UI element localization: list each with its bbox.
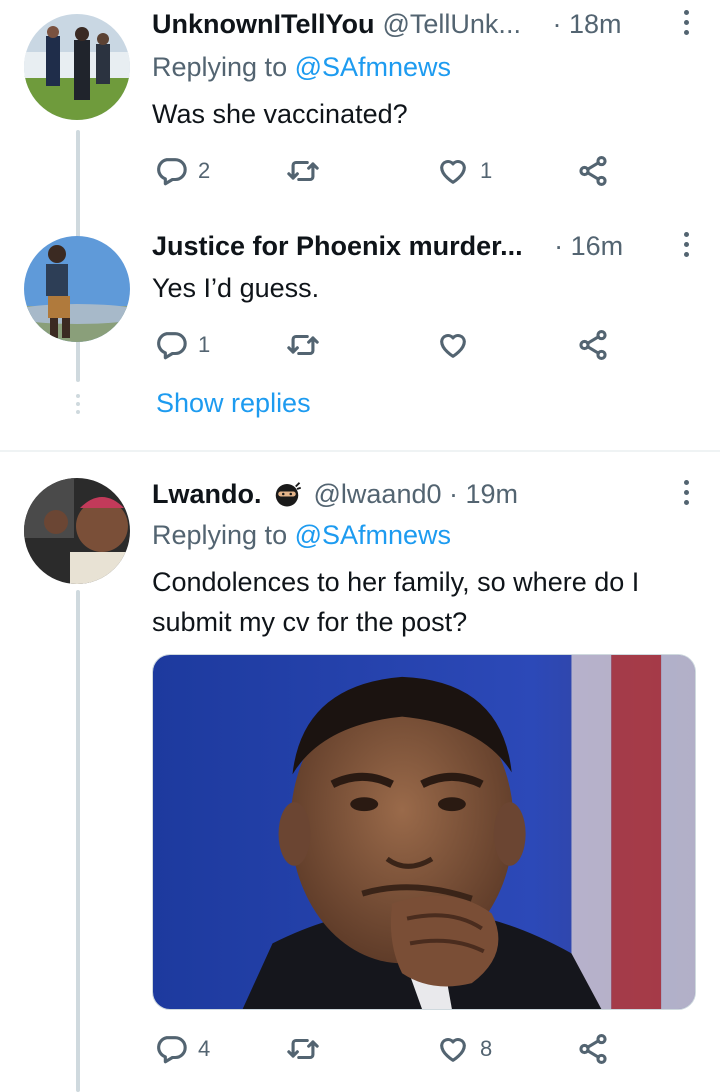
more-vertical-icon[interactable] xyxy=(676,228,696,264)
retweet-button[interactable] xyxy=(286,1032,320,1066)
like-button[interactable]: 1 xyxy=(436,154,492,188)
separator: · xyxy=(441,478,466,509)
reply-count: 2 xyxy=(198,158,211,183)
tweet-header: Justice for Phoenix murder... · 16m xyxy=(152,226,696,266)
tweet-header: UnknownITellYou @TellUnk... · 18m xyxy=(152,4,696,44)
retweet-icon xyxy=(287,1038,319,1060)
timestamp[interactable]: 16m xyxy=(571,231,624,262)
replying-to: Replying to @SAfmnews xyxy=(152,520,451,551)
heart-icon xyxy=(440,333,466,358)
separator: · xyxy=(546,230,571,261)
tweet-text: Condolences to her family, so where do I… xyxy=(152,567,640,637)
like-count: 8 xyxy=(480,1036,493,1061)
tweet-media-image[interactable] xyxy=(152,654,696,1010)
share-button[interactable] xyxy=(576,1032,610,1066)
reply-icon xyxy=(157,158,187,186)
thread-ellipsis xyxy=(76,394,80,418)
more-vertical-icon[interactable] xyxy=(676,6,696,42)
separator: · xyxy=(544,8,569,39)
reply-icon xyxy=(157,332,187,360)
display-name[interactable]: Lwando. xyxy=(152,479,262,510)
like-count: 1 xyxy=(480,158,493,183)
user-handle[interactable]: @lwaand0 xyxy=(314,479,442,510)
tweet-actions: 2 1 xyxy=(152,154,632,194)
like-button[interactable] xyxy=(436,328,470,362)
mention-link[interactable]: @SAfmnews xyxy=(295,520,451,550)
replying-to: Replying to @SAfmnews xyxy=(152,52,451,83)
share-icon xyxy=(579,155,607,187)
reply-button[interactable]: 1 xyxy=(154,328,210,362)
tweet-actions: 1 xyxy=(152,328,632,368)
avatar[interactable] xyxy=(24,236,130,342)
mention-link[interactable]: @SAfmnews xyxy=(295,52,451,82)
share-button[interactable] xyxy=(576,154,610,188)
like-button[interactable]: 8 xyxy=(436,1032,492,1066)
reply-icon xyxy=(157,1036,187,1064)
tweet-actions: 4 8 xyxy=(152,1032,632,1072)
tweet-text: Was she vaccinated? xyxy=(152,99,408,129)
reply-button[interactable]: 4 xyxy=(154,1032,210,1066)
heart-icon xyxy=(440,159,466,184)
ninja-emoji-icon xyxy=(275,482,301,507)
divider xyxy=(0,450,720,452)
share-icon xyxy=(579,329,607,361)
retweet-icon xyxy=(287,334,319,356)
retweet-icon xyxy=(287,160,319,182)
replying-prefix: Replying to xyxy=(152,52,295,82)
more-vertical-icon[interactable] xyxy=(676,476,696,512)
show-replies-link[interactable]: Show replies xyxy=(156,388,311,419)
display-name[interactable]: Justice for Phoenix murder... xyxy=(152,231,523,262)
tweet-header: Lwando. @lwaand0 · 19m xyxy=(152,474,696,514)
retweet-button[interactable] xyxy=(286,328,320,362)
reply-count: 1 xyxy=(198,332,211,357)
timestamp[interactable]: 18m xyxy=(569,9,622,40)
replying-prefix: Replying to xyxy=(152,520,295,550)
timestamp[interactable]: 19m xyxy=(466,479,519,510)
share-button[interactable] xyxy=(576,328,610,362)
tweet-text: Yes I’d guess. xyxy=(152,273,320,303)
share-icon xyxy=(579,1033,607,1065)
reply-button[interactable]: 2 xyxy=(154,154,210,188)
retweet-button[interactable] xyxy=(286,154,320,188)
thread-line xyxy=(76,590,80,1092)
heart-icon xyxy=(440,1037,466,1062)
avatar[interactable] xyxy=(24,14,130,120)
reply-count: 4 xyxy=(198,1036,211,1061)
user-handle[interactable]: @TellUnk... xyxy=(383,9,521,40)
display-name[interactable]: UnknownITellYou xyxy=(152,9,375,40)
avatar[interactable] xyxy=(24,478,130,584)
